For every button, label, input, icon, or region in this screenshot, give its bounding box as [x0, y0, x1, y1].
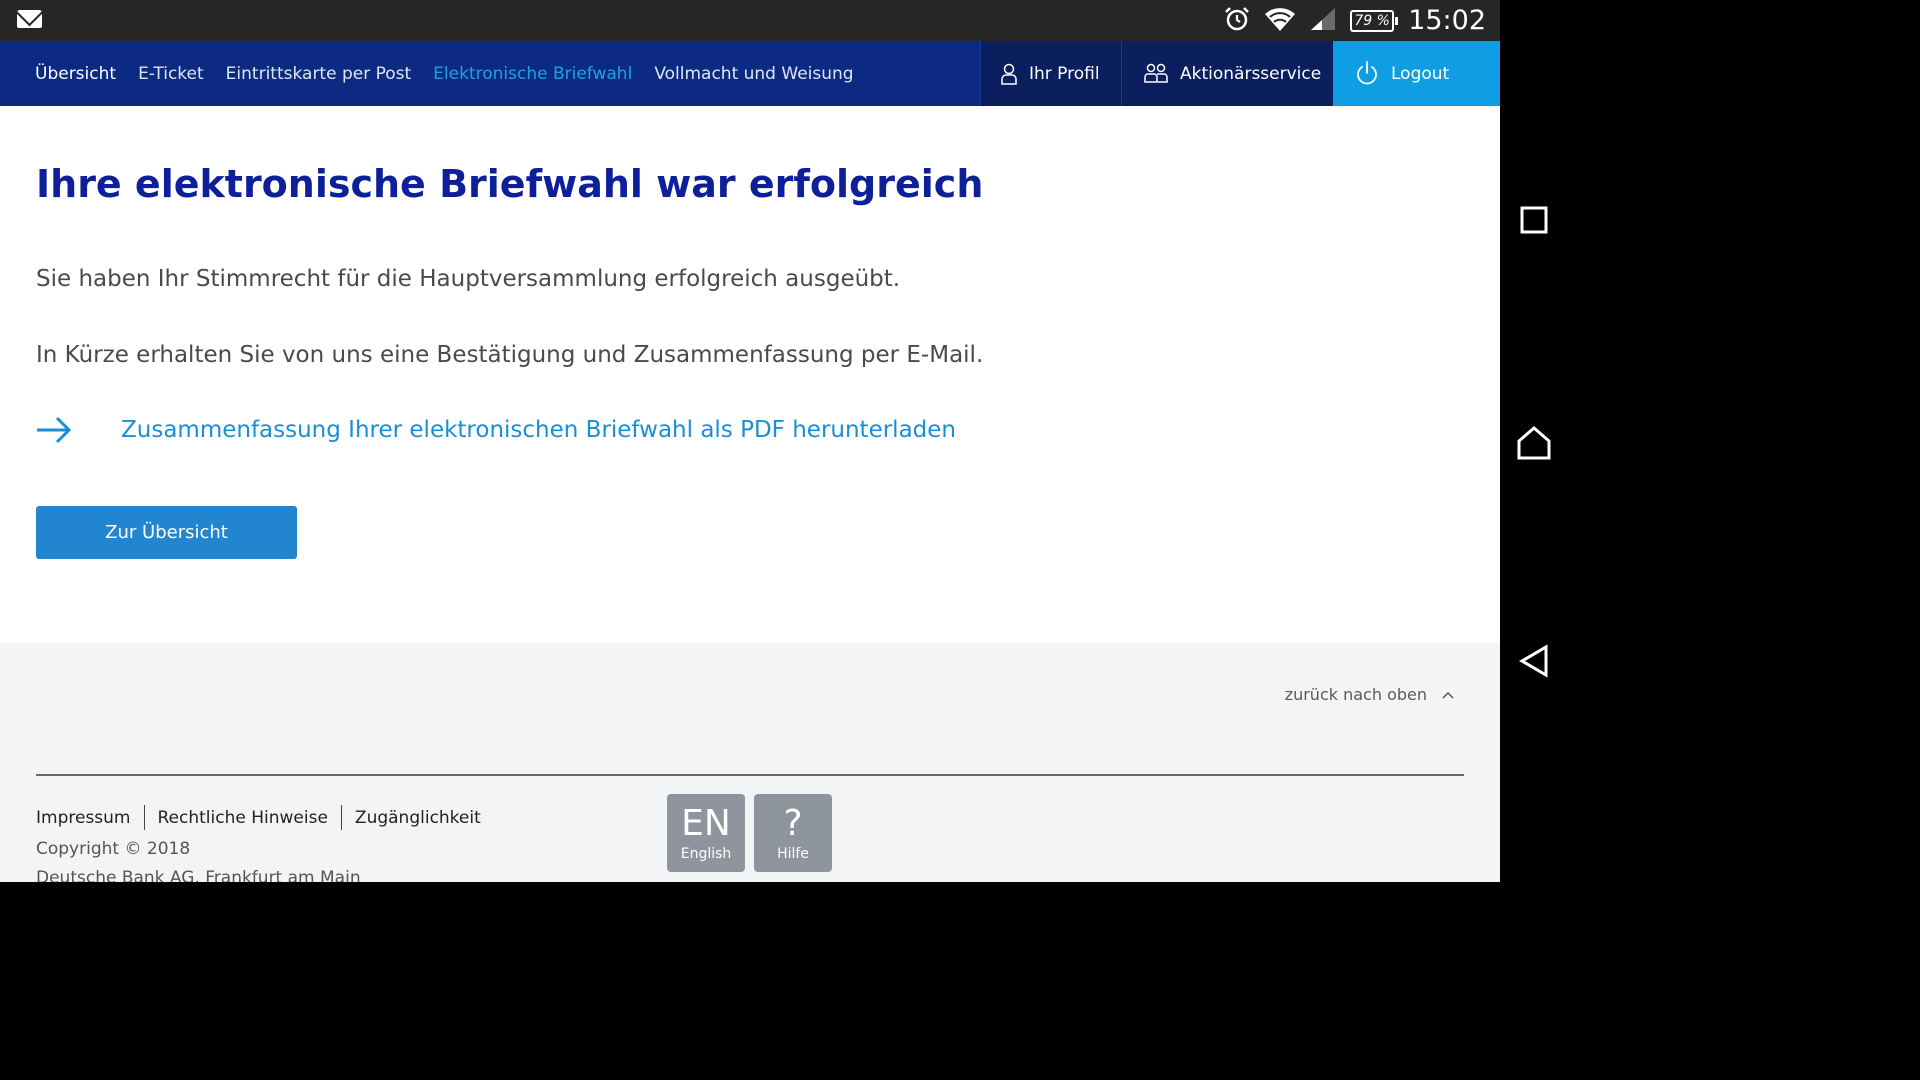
app-page: Übersicht E-Ticket Eintrittskarte per Po…	[0, 41, 1500, 882]
language-code: EN	[681, 804, 731, 844]
screen: 79 % 15:02 Übersicht E-Ticket Eintrittsk…	[0, 0, 1568, 882]
back-to-top-link[interactable]: zurück nach oben	[1285, 685, 1455, 704]
alarm-icon	[1224, 6, 1250, 36]
nav-link-e-ticket[interactable]: E-Ticket	[138, 64, 204, 84]
profile-label: Ihr Profil	[1029, 64, 1100, 84]
language-english-button[interactable]: EN English	[667, 794, 745, 872]
clock: 15:02	[1408, 5, 1486, 36]
help-icon: ?	[783, 804, 802, 844]
company-text: Deutsche Bank AG, Frankfurt am Main	[36, 868, 361, 882]
help-button[interactable]: ? Hilfe	[754, 794, 832, 872]
footer-action-buttons: EN English ? Hilfe	[667, 794, 832, 872]
footer-links: Impressum Rechtliche Hinweise Zugänglich…	[36, 805, 481, 830]
arrow-right-icon	[36, 416, 72, 444]
service-label: Aktionärsservice	[1180, 64, 1321, 84]
profile-button[interactable]: Ihr Profil	[980, 41, 1121, 106]
footer-separator	[144, 805, 145, 830]
footer-link-legal[interactable]: Rechtliche Hinweise	[158, 808, 328, 828]
home-icon[interactable]	[1500, 413, 1568, 473]
nav-link-uebersicht[interactable]: Übersicht	[35, 64, 116, 84]
main-nav-links: Übersicht E-Ticket Eintrittskarte per Po…	[35, 41, 876, 106]
system-nav-bar	[1500, 0, 1568, 882]
shareholder-service-button[interactable]: Aktionärsservice	[1121, 41, 1333, 106]
status-icons: 79 % 15:02	[1224, 0, 1486, 41]
user-icon	[1001, 63, 1017, 85]
recents-icon[interactable]	[1500, 190, 1568, 250]
footer-separator	[341, 805, 342, 830]
power-icon	[1355, 61, 1379, 87]
back-icon[interactable]	[1500, 631, 1568, 691]
language-label: English	[681, 846, 732, 862]
pdf-download-link[interactable]: Zusammenfassung Ihrer elektronischen Bri…	[36, 416, 956, 444]
footer-link-impressum[interactable]: Impressum	[36, 808, 131, 828]
footer-divider	[36, 774, 1464, 776]
logout-button[interactable]: Logout	[1333, 41, 1500, 106]
status-bar: 79 % 15:02	[0, 0, 1500, 41]
signal-icon	[1310, 7, 1336, 35]
back-to-top-label: zurück nach oben	[1285, 685, 1427, 704]
overview-button[interactable]: Zur Übersicht	[36, 506, 297, 559]
footer-link-accessibility[interactable]: Zugänglichkeit	[355, 808, 481, 828]
logout-label: Logout	[1391, 64, 1449, 84]
pdf-download-label[interactable]: Zusammenfassung Ihrer elektronischen Bri…	[121, 417, 956, 443]
nav-link-briefwahl[interactable]: Elektronische Briefwahl	[433, 64, 632, 84]
mail-icon	[17, 10, 42, 28]
nav-link-vollmacht[interactable]: Vollmacht und Weisung	[654, 64, 853, 84]
battery-icon: 79 %	[1350, 10, 1394, 32]
copyright-text: Copyright © 2018	[36, 839, 190, 859]
wifi-icon	[1264, 6, 1296, 36]
success-message: Sie haben Ihr Stimmrecht für die Hauptve…	[36, 266, 900, 292]
user-tools: Ihr Profil Aktionärsservice	[980, 41, 1500, 106]
page-title: Ihre elektronische Briefwahl war erfolgr…	[36, 162, 983, 206]
confirmation-message: In Kürze erhalten Sie von uns eine Bestä…	[36, 342, 983, 368]
top-navigation: Übersicht E-Ticket Eintrittskarte per Po…	[0, 41, 1500, 106]
users-icon	[1144, 63, 1168, 85]
help-label: Hilfe	[777, 846, 809, 862]
nav-link-eintrittskarte[interactable]: Eintrittskarte per Post	[226, 64, 412, 84]
chevron-up-icon	[1441, 690, 1455, 700]
footer: zurück nach oben Impressum Rechtliche Hi…	[0, 643, 1500, 882]
